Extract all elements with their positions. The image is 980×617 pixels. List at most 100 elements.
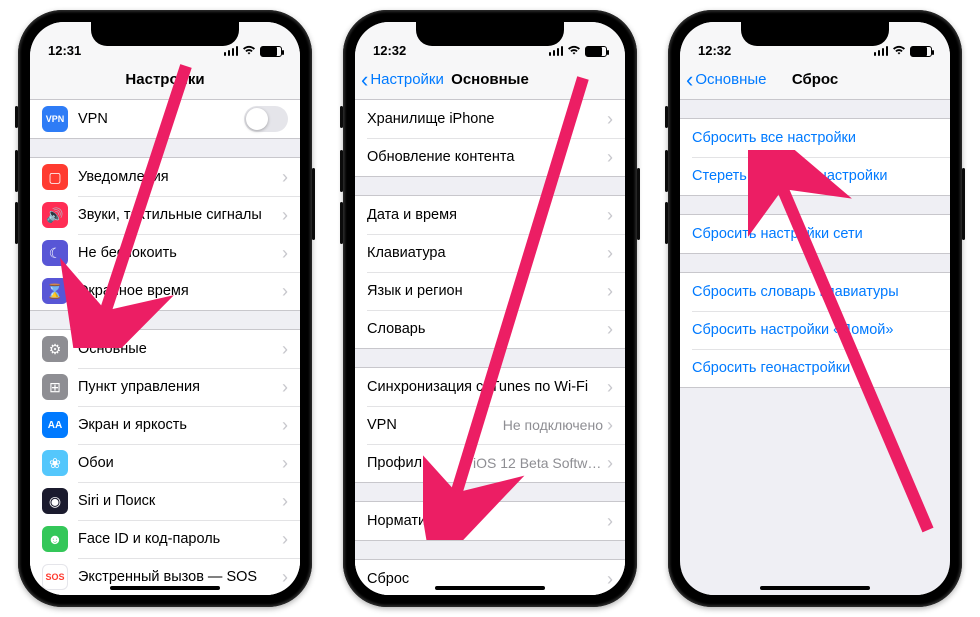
settings-group: VPNVPN [30,100,300,139]
row-value: Не подключено [503,417,603,433]
settings-row[interactable]: VPNНе подключено› [355,406,625,444]
toggle-switch[interactable] [244,106,288,132]
row-label: VPN [367,417,503,433]
row-label: Обои [78,455,282,471]
row-label: Словарь [367,321,607,337]
chevron-right-icon: › [607,110,613,128]
row-label: Дата и время [367,207,607,223]
settings-row[interactable]: VPNVPN [30,100,300,138]
volume-up-button[interactable] [340,150,343,192]
row-label: Пункт управления [78,379,282,395]
battery-icon [585,46,607,57]
settings-row[interactable]: Стереть контент и настройки [680,157,950,195]
settings-row[interactable]: Сбросить все настройки [680,119,950,157]
row-label: Не беспокоить [78,245,282,261]
notch [91,22,239,46]
power-button[interactable] [962,168,965,240]
row-label: Сбросить все настройки [692,130,938,146]
navbar: Настройки [30,60,300,100]
volume-up-button[interactable] [665,150,668,192]
screen-2: 12:32 ‹ Настройки Основные Хранилище iPh… [355,22,625,595]
volume-down-button[interactable] [340,202,343,244]
row-label: Экран и яркость [78,417,282,433]
back-button[interactable]: ‹ Настройки [361,69,444,91]
row-label: Звуки, тактильные сигналы [78,207,282,223]
notch [741,22,889,46]
general-list[interactable]: Хранилище iPhone›Обновление контента›Дат… [355,100,625,595]
navbar: ‹ Настройки Основные [355,60,625,100]
signal-icon [874,46,889,56]
settings-group: ⚙Основные›⊞Пункт управления›AAЭкран и яр… [30,329,300,595]
settings-row[interactable]: ☾Не беспокоить› [30,234,300,272]
reset-list[interactable]: Сбросить все настройки Стереть контент и … [680,100,950,595]
volume-down-button[interactable] [15,202,18,244]
faceid-icon: ☻ [42,526,68,552]
sound-icon: 🔊 [42,202,68,228]
settings-group: Сбросить настройки сети [680,214,950,254]
screen-1: 12:31 Настройки VPNVPN ▢Уведомления› 🔊 Звук… [30,22,300,595]
chevron-right-icon: › [282,282,288,300]
row-label: Нормативы [367,513,607,529]
status-indicators [224,44,283,58]
settings-group: Хранилище iPhone›Обновление контента› [355,100,625,177]
settings-row[interactable]: Обновление контента› [355,138,625,176]
settings-group: ▢Уведомления› 🔊 Звуки, тактильные сигналы ›… [30,157,300,311]
battery-icon [910,46,932,57]
settings-row[interactable]: ◉Siri и Поиск› [30,482,300,520]
settings-row[interactable]: ❀Обои› [30,444,300,482]
settings-row[interactable]: ПрофильiOS 12 Beta Software Profile› [355,444,625,482]
settings-row[interactable]: Сбросить словарь клавиатуры [680,273,950,311]
row-label: Хранилище iPhone [367,111,607,127]
chevron-right-icon: › [282,454,288,472]
settings-row[interactable]: Сбросить настройки «Домой» [680,311,950,349]
mute-switch[interactable] [340,106,343,128]
settings-row[interactable]: ☻Face ID и код-пароль› [30,520,300,558]
row-label: Сбросить геонастройки [692,360,938,376]
siri-icon: ◉ [42,488,68,514]
row-label: Сбросить настройки «Домой» [692,322,938,338]
notif-icon: ▢ [42,164,68,190]
chevron-right-icon: › [282,416,288,434]
page-title: Основные [451,71,529,88]
settings-row[interactable]: Сбросить настройки сети [680,215,950,253]
back-button[interactable]: ‹ Основные [686,69,767,91]
row-label: Экстренный вызов — SOS [78,569,282,585]
settings-row[interactable]: Сбросить геонастройки [680,349,950,387]
screentime-icon: ⌛ [42,278,68,304]
phone-frame-3: 12:32 ‹ Основные Сброс Сбросить все наст… [668,10,962,607]
volume-up-button[interactable] [15,150,18,192]
mute-switch[interactable] [15,106,18,128]
status-time: 12:31 [48,43,81,58]
volume-down-button[interactable] [665,202,668,244]
mute-switch[interactable] [665,106,668,128]
chevron-right-icon: › [607,282,613,300]
settings-row[interactable]: Дата и время› [355,196,625,234]
chevron-right-icon: › [282,568,288,586]
settings-row[interactable]: Язык и регион› [355,272,625,310]
signal-icon [549,46,564,56]
settings-row[interactable]: AAЭкран и яркость› [30,406,300,444]
power-button[interactable] [637,168,640,240]
row-label: Сбросить настройки сети [692,226,938,242]
home-indicator[interactable] [110,586,220,590]
settings-row[interactable]: ⊞Пункт управления› [30,368,300,406]
settings-row[interactable]: Хранилище iPhone› [355,100,625,138]
settings-row[interactable]: 🔊Звуки, тактильные сигналы› [30,196,300,234]
wifi-icon [892,44,906,58]
settings-group: Сбросить словарь клавиатуры Сбросить наст… [680,272,950,388]
power-button[interactable] [312,168,315,240]
home-indicator[interactable] [435,586,545,590]
settings-list[interactable]: VPNVPN ▢Уведомления› 🔊 Звуки, тактильные си… [30,100,300,595]
settings-row[interactable]: ⌛Экранное время› [30,272,300,310]
settings-row[interactable]: Словарь› [355,310,625,348]
row-label: Сбросить словарь клавиатуры [692,284,938,300]
settings-row[interactable]: Клавиатура› [355,234,625,272]
home-indicator[interactable] [760,586,870,590]
settings-row[interactable]: ⚙Основные› [30,330,300,368]
chevron-right-icon: › [282,530,288,548]
settings-row[interactable]: Синхронизация с iTunes по Wi-Fi› [355,368,625,406]
settings-row[interactable]: ▢Уведомления› [30,158,300,196]
row-label: Обновление контента [367,149,607,165]
settings-row[interactable]: Нормативы› [355,502,625,540]
row-label: Клавиатура [367,245,607,261]
